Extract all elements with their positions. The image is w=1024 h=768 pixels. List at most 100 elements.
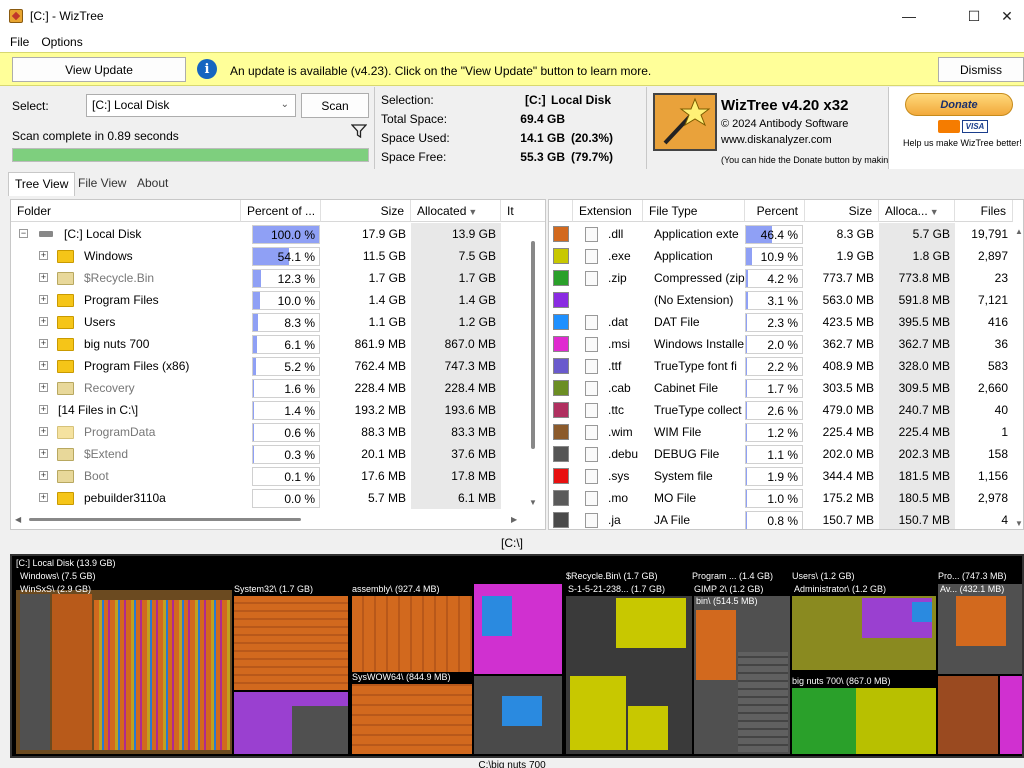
expand-toggle-icon[interactable]: + [39, 405, 48, 414]
expand-toggle-icon[interactable]: + [39, 295, 48, 304]
tree-row[interactable]: + pebuilder3110a 0.0 % 5.7 MB 6.1 MB [11, 487, 545, 509]
treemap-block[interactable] [1000, 676, 1022, 754]
allocated-cell: 7.5 GB [411, 245, 501, 267]
tree-row[interactable]: + big nuts 700 6.1 % 861.9 MB 867.0 MB [11, 333, 545, 355]
tree-row[interactable]: + ProgramData 0.6 % 88.3 MB 83.3 MB [11, 421, 545, 443]
treemap-block[interactable] [20, 594, 50, 750]
treemap-label-users: Users\ (1.2 GB) [792, 571, 855, 581]
expand-toggle-icon[interactable]: + [39, 493, 48, 502]
header-size[interactable]: Size [321, 200, 411, 222]
treemap-block[interactable] [52, 594, 92, 750]
expand-toggle-icon[interactable]: + [39, 339, 48, 348]
treemap-block[interactable] [696, 610, 736, 680]
treemap-block[interactable] [570, 676, 626, 750]
minimize-button[interactable]: — [886, 0, 932, 32]
extension-row[interactable]: (No Extension) 3.1 % 563.0 MB 591.8 MB 7,121 [549, 289, 1023, 311]
treemap-block[interactable] [912, 602, 932, 622]
filter-icon[interactable] [351, 124, 367, 138]
header-ext-percent[interactable]: Percent [745, 200, 805, 222]
scroll-left-icon[interactable]: ◀ [15, 515, 21, 524]
expand-toggle-icon[interactable]: + [39, 361, 48, 370]
treemap-block[interactable] [856, 688, 936, 754]
tree-row[interactable]: + $Extend 0.3 % 20.1 MB 37.6 MB [11, 443, 545, 465]
tree-scroll-thumb[interactable] [531, 241, 535, 449]
tree-row[interactable]: + Users 8.3 % 1.1 GB 1.2 GB [11, 311, 545, 333]
header-ext-allocated[interactable]: Alloca... ▼ [879, 200, 955, 222]
donate-button[interactable]: Donate [905, 93, 1013, 116]
expand-toggle-icon[interactable]: + [39, 273, 48, 282]
tree-row[interactable]: + $Recycle.Bin 12.3 % 1.7 GB 1.7 GB [11, 267, 545, 289]
header-files[interactable]: Files [955, 200, 1013, 222]
treemap-block[interactable] [938, 676, 998, 754]
menu-options[interactable]: Options [35, 35, 88, 49]
sort-desc-icon: ▼ [929, 207, 939, 217]
extension-row[interactable]: .dat DAT File 2.3 % 423.5 MB 395.5 MB 416 [549, 311, 1023, 333]
treemap-block-assembly[interactable] [352, 596, 472, 672]
header-percent[interactable]: Percent of ... [241, 200, 321, 222]
tree-row[interactable]: + Windows 54.1 % 11.5 GB 7.5 GB [11, 245, 545, 267]
extension-row[interactable]: .ttc TrueType collect 2.6 % 479.0 MB 240.7 M… [549, 399, 1023, 421]
extension-row[interactable]: .zip Compressed (zip 4.2 % 773.7 MB 773.8 MB… [549, 267, 1023, 289]
treemap-block-system32[interactable] [234, 596, 348, 690]
header-folder[interactable]: Folder [11, 200, 241, 222]
header-file-type[interactable]: File Type [643, 200, 745, 222]
treemap-block[interactable] [956, 596, 1006, 646]
tree-row[interactable]: + Program Files 10.0 % 1.4 GB 1.4 GB [11, 289, 545, 311]
header-items[interactable]: It [501, 200, 545, 222]
extension-row[interactable]: .cab Cabinet File 1.7 % 303.5 MB 309.5 MB 2,6… [549, 377, 1023, 399]
header-extension[interactable]: Extension [573, 200, 643, 222]
expand-toggle-icon[interactable]: + [39, 317, 48, 326]
tree-row[interactable]: + Boot 0.1 % 17.6 MB 17.8 MB [11, 465, 545, 487]
tree-row[interactable]: + Recovery 1.6 % 228.4 MB 228.4 MB [11, 377, 545, 399]
extension-row[interactable]: .wim WIM File 1.2 % 225.4 MB 225.4 MB 1 [549, 421, 1023, 443]
dismiss-button[interactable]: Dismiss [938, 57, 1024, 82]
extension-row[interactable]: .exe Application 10.9 % 1.9 GB 1.8 GB 2,897 [549, 245, 1023, 267]
scan-button[interactable]: Scan [301, 93, 369, 118]
tree-row[interactable]: + [14 Files in C:\] 1.4 % 193.2 MB 193.6 MB [11, 399, 545, 421]
extension-row[interactable]: .ttf TrueType font fi 2.2 % 408.9 MB 328.0 M… [549, 355, 1023, 377]
treemap-block[interactable] [628, 706, 668, 750]
header-ext-size[interactable]: Size [805, 200, 879, 222]
treemap-block[interactable] [616, 598, 686, 648]
expand-toggle-icon[interactable]: + [39, 449, 48, 458]
ext-vertical-scrollbar[interactable]: ▲ ▼ [1013, 223, 1023, 529]
treemap-block[interactable] [502, 696, 542, 726]
tab-about[interactable]: About [131, 172, 174, 196]
treemap-block[interactable] [482, 596, 512, 636]
tab-tree-view[interactable]: Tree View [8, 172, 76, 196]
scroll-up-icon[interactable]: ▲ [1015, 227, 1023, 236]
view-update-button[interactable]: View Update [12, 57, 186, 82]
expand-toggle-icon[interactable]: − [19, 229, 28, 238]
close-button[interactable]: ✕ [990, 0, 1024, 32]
menu-file[interactable]: File [0, 35, 35, 49]
scroll-down-icon[interactable]: ▼ [1015, 519, 1023, 528]
header-color[interactable] [549, 200, 573, 222]
expand-toggle-icon[interactable]: + [39, 251, 48, 260]
tab-file-view[interactable]: File View [72, 172, 132, 196]
scroll-right-icon[interactable]: ▶ [511, 515, 517, 524]
header-allocated[interactable]: Allocated ▼ [411, 200, 501, 222]
tree-row[interactable]: − [C:] Local Disk 100.0 % 17.9 GB 13.9 GB [11, 223, 545, 245]
extension-row[interactable]: .msi Windows Installe 2.0 % 362.7 MB 362.7 M… [549, 333, 1023, 355]
treemap-block[interactable] [94, 600, 230, 750]
app-website-link[interactable]: www.diskanalyzer.com [721, 134, 832, 146]
expand-toggle-icon[interactable]: + [39, 471, 48, 480]
extension-row[interactable]: .debu DEBUG File 1.1 % 202.0 MB 202.3 MB 158 [549, 443, 1023, 465]
expand-toggle-icon[interactable]: + [39, 383, 48, 392]
treemap-view[interactable]: [C:] Local Disk (13.9 GB) Windows\ (7.5 … [10, 554, 1024, 758]
ext-allocated-cell: 180.5 MB [879, 487, 955, 509]
treemap-block[interactable] [738, 652, 788, 752]
treemap-block[interactable] [292, 706, 348, 754]
tree-row[interactable]: + Program Files (x86) 5.2 % 762.4 MB 747.3 M… [11, 355, 545, 377]
extension-row[interactable]: .ja JA File 0.8 % 150.7 MB 150.7 MB 4 [549, 509, 1023, 529]
tree-hscroll-thumb[interactable] [29, 518, 301, 521]
extension-row[interactable]: .dll Application exte 46.4 % 8.3 GB 5.7 GB 19… [549, 223, 1023, 245]
treemap-block-syswow64[interactable] [352, 684, 472, 754]
drive-select[interactable]: [C:] Local Disk ⌄ [86, 94, 296, 117]
scroll-down-icon[interactable]: ▼ [529, 498, 537, 507]
tree-vertical-scrollbar[interactable]: ▼ [526, 223, 540, 511]
expand-toggle-icon[interactable]: + [39, 427, 48, 436]
tree-horizontal-scrollbar[interactable]: ◀ ▶ [11, 512, 526, 526]
extension-row[interactable]: .mo MO File 1.0 % 175.2 MB 180.5 MB 2,978 [549, 487, 1023, 509]
extension-row[interactable]: .sys System file 1.9 % 344.4 MB 181.5 MB 1,15… [549, 465, 1023, 487]
